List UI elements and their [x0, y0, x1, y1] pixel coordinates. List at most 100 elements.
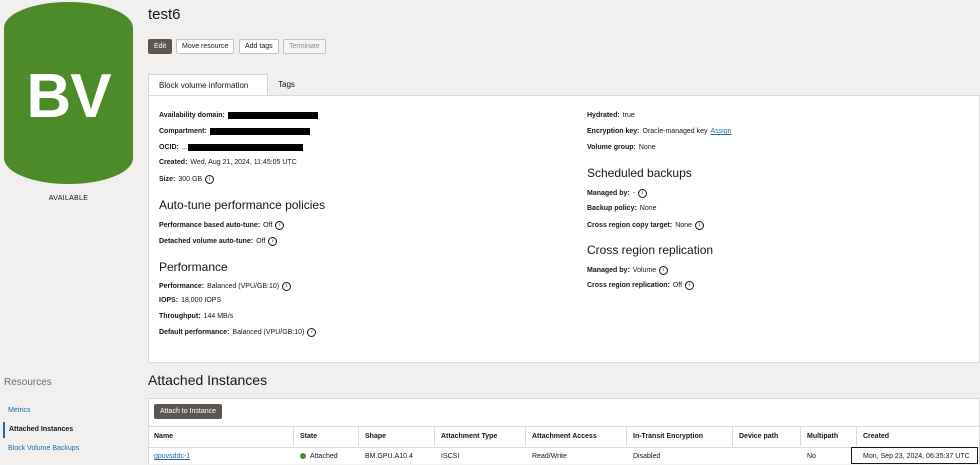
- volume-group-label: Volume group:: [587, 144, 636, 151]
- instance-name-link[interactable]: gpuvsddc-1: [154, 453, 190, 460]
- replication-managed-row: Managed by: Volume i: [587, 266, 669, 275]
- hydrated-label: Hydrated:: [587, 112, 620, 119]
- default-performance-value: Balanced (VPU/GB:10): [232, 329, 305, 336]
- assign-link[interactable]: Assign: [711, 128, 732, 135]
- column-header-name[interactable]: Name: [148, 426, 294, 446]
- redacted-value: [187, 144, 303, 151]
- throughput-row: Throughput: 144 MB/s: [159, 313, 233, 320]
- replication-row: Cross region replication: Off i: [587, 281, 695, 290]
- redacted-value: [209, 128, 310, 135]
- resource-link-attached-instances[interactable]: Attached Instances: [3, 422, 137, 438]
- resource-link-block-volume-backups[interactable]: Block Volume Backups: [3, 441, 137, 457]
- autotune-heading: Auto-tune performance policies: [159, 198, 326, 212]
- detached-autotune-label: Detached volume auto-tune:: [159, 238, 254, 245]
- info-icon[interactable]: i: [659, 266, 669, 275]
- multipath-cell: No: [801, 447, 857, 464]
- status-label: AVAILABLE: [48, 195, 89, 202]
- backup-policy-row: Backup policy: None: [587, 205, 657, 212]
- replication-value: Off: [672, 282, 683, 289]
- throughput-value: 144 MB/s: [203, 313, 234, 320]
- iops-value: 18,000 IOPS: [181, 297, 222, 304]
- resource-link-metrics[interactable]: Metrics: [3, 403, 137, 419]
- copy-target-label: Cross region copy target:: [587, 222, 673, 229]
- terminate-button[interactable]: Terminate: [283, 39, 326, 54]
- copy-target-value: None: [675, 222, 692, 229]
- info-icon[interactable]: i: [275, 221, 285, 230]
- created-cell: Mon, Sep 23, 2024, 06:35:37 UTC: [851, 447, 978, 464]
- hydrated-row: Hydrated: true: [587, 112, 635, 119]
- redacted-value: [227, 112, 318, 119]
- replication-heading: Cross region replication: [587, 243, 714, 257]
- ocid-label: OCID:: [159, 144, 179, 151]
- shape-cell: BM.GPU.A10.4: [359, 447, 435, 464]
- column-header-attachment-type[interactable]: Attachment Type: [435, 426, 526, 446]
- backup-managed-label: Managed by:: [587, 190, 630, 197]
- iops-label: IOPS:: [159, 297, 179, 304]
- compartment-row: Compartment:: [159, 128, 310, 135]
- size-value: 300 GB: [178, 176, 203, 183]
- size-row: Size: 300 GB i: [159, 175, 215, 184]
- created-value: Wed, Aug 21, 2024, 11:45:05 UTC: [190, 159, 297, 166]
- device-path-cell: [733, 447, 801, 464]
- backup-policy-value: None: [639, 205, 657, 212]
- state-value: Attached: [310, 453, 338, 460]
- in-transit-encryption-cell: Disabled: [627, 447, 733, 464]
- edit-button[interactable]: Edit: [148, 39, 173, 54]
- status-dot-icon: [300, 453, 306, 459]
- throughput-label: Throughput:: [159, 313, 201, 320]
- compartment-label: Compartment:: [159, 128, 207, 135]
- column-header-attachment-access[interactable]: Attachment Access: [526, 426, 627, 446]
- resources-heading: Resources: [4, 377, 52, 388]
- move-resource-button[interactable]: Move resource: [176, 39, 235, 54]
- column-header-in-transit-encryption[interactable]: In-Transit Encryption: [627, 426, 733, 446]
- info-icon[interactable]: i: [694, 221, 704, 230]
- size-label: Size:: [159, 176, 176, 183]
- backup-managed-row: Managed by: - i: [587, 189, 648, 198]
- info-icon[interactable]: i: [205, 175, 215, 184]
- created-label: Created:: [159, 159, 188, 166]
- backup-managed-value: -: [632, 190, 636, 197]
- encryption-value: Oracle-managed key: [642, 128, 708, 135]
- info-icon[interactable]: i: [282, 282, 292, 291]
- block-volume-logo: BV: [4, 2, 133, 184]
- column-header-created[interactable]: Created: [857, 426, 980, 446]
- availability-domain-label: Availability domain:: [159, 112, 225, 119]
- table-row: gpuvsddc-1: [148, 447, 294, 464]
- performance-label: Performance:: [159, 283, 205, 290]
- tab-tags[interactable]: Tags: [268, 74, 305, 96]
- hydrated-value: true: [622, 112, 635, 119]
- info-icon[interactable]: i: [685, 281, 695, 290]
- performance-value: Balanced (VPU/GB:10): [207, 283, 280, 290]
- volume-group-value: None: [638, 144, 656, 151]
- scheduled-backups-heading: Scheduled backups: [587, 166, 692, 180]
- performance-row: Performance: Balanced (VPU/GB:10) i: [159, 282, 292, 291]
- info-icon[interactable]: i: [268, 237, 278, 246]
- detached-autotune-value: Off: [256, 238, 266, 245]
- replication-label: Cross region replication:: [587, 282, 670, 289]
- logo-text: BV: [26, 61, 111, 131]
- info-icon[interactable]: i: [307, 328, 317, 337]
- performance-heading: Performance: [159, 260, 228, 274]
- info-icon[interactable]: i: [638, 189, 648, 198]
- default-performance-label: Default performance:: [159, 329, 230, 336]
- iops-row: IOPS: 18,000 IOPS: [159, 297, 221, 304]
- backup-policy-label: Backup policy:: [587, 205, 637, 212]
- perf-autotune-value: Off: [263, 222, 273, 229]
- volume-group-row: Volume group: None: [587, 144, 656, 151]
- page-title: test6: [148, 6, 181, 23]
- state-cell: Attached: [294, 447, 359, 464]
- column-header-multipath[interactable]: Multipath: [801, 426, 857, 446]
- add-tags-button[interactable]: Add tags: [239, 39, 279, 54]
- perf-autotune-row: Performance based auto-tune: Off i: [159, 221, 285, 230]
- attached-instances-heading: Attached Instances: [148, 372, 268, 388]
- perf-autotune-label: Performance based auto-tune:: [159, 222, 261, 229]
- encryption-label: Encryption key:: [587, 128, 640, 135]
- availability-domain-row: Availability domain:: [159, 112, 318, 119]
- created-row: Created: Wed, Aug 21, 2024, 11:45:05 UTC: [159, 159, 297, 166]
- column-header-state[interactable]: State: [294, 426, 359, 446]
- copy-target-row: Cross region copy target: None i: [587, 221, 704, 230]
- tab-block-volume-information[interactable]: Block volume information: [148, 74, 268, 96]
- column-header-shape[interactable]: Shape: [359, 426, 435, 446]
- attach-to-instance-button[interactable]: Attach to Instance: [154, 404, 223, 419]
- column-header-device-path[interactable]: Device path: [733, 426, 801, 446]
